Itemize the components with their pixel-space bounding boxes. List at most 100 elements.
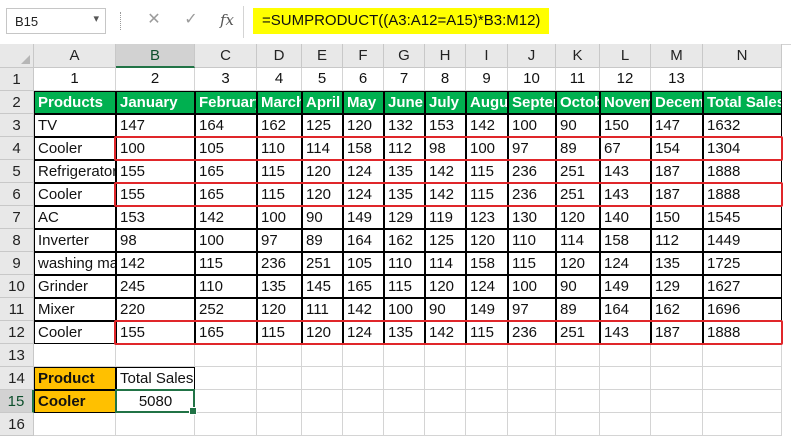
cell-a9[interactable]: washing machine (34, 252, 116, 275)
cell-b12[interactable]: 155 (116, 321, 195, 344)
cell-m2[interactable]: December (651, 91, 703, 114)
cell-b9[interactable]: 142 (116, 252, 195, 275)
cell-g2[interactable]: June (384, 91, 425, 114)
cell-g1[interactable]: 7 (384, 68, 425, 91)
cell-j5[interactable]: 236 (508, 160, 556, 183)
column-header-b[interactable]: B (116, 44, 195, 68)
column-header-l[interactable]: L (600, 44, 651, 68)
cell-a4[interactable]: Cooler (34, 137, 116, 160)
select-all-button[interactable] (0, 44, 34, 68)
row-header-2[interactable]: 2 (0, 91, 34, 114)
row-header-1[interactable]: 1 (0, 68, 34, 91)
cell-i10[interactable]: 124 (466, 275, 508, 298)
cell-a1[interactable]: 1 (34, 68, 116, 91)
cell-c13[interactable] (195, 344, 257, 367)
column-header-g[interactable]: G (384, 44, 425, 68)
cell-j2[interactable]: September (508, 91, 556, 114)
cell-i3[interactable]: 142 (466, 114, 508, 137)
cell-j13[interactable] (508, 344, 556, 367)
cell-d12[interactable]: 115 (257, 321, 302, 344)
cell-f9[interactable]: 105 (343, 252, 384, 275)
insert-function-icon[interactable]: fx (216, 9, 238, 31)
cell-e11[interactable]: 111 (302, 298, 343, 321)
cell-f13[interactable] (343, 344, 384, 367)
cell-e12[interactable]: 120 (302, 321, 343, 344)
cell-f15[interactable] (343, 390, 384, 413)
cell-a5[interactable]: Refrigerator (34, 160, 116, 183)
cell-i4[interactable]: 100 (466, 137, 508, 160)
cell-d3[interactable]: 162 (257, 114, 302, 137)
cell-j10[interactable]: 100 (508, 275, 556, 298)
cell-f12[interactable]: 124 (343, 321, 384, 344)
cell-d6[interactable]: 115 (257, 183, 302, 206)
row-header-13[interactable]: 13 (0, 344, 34, 367)
cell-l10[interactable]: 149 (600, 275, 651, 298)
cell-h9[interactable]: 114 (425, 252, 466, 275)
chevron-down-icon[interactable]: ▾ (93, 12, 99, 25)
cell-a15[interactable]: Cooler (34, 390, 116, 413)
cell-i1[interactable]: 9 (466, 68, 508, 91)
cell-j3[interactable]: 100 (508, 114, 556, 137)
cell-l15[interactable] (600, 390, 651, 413)
cell-e2[interactable]: April (302, 91, 343, 114)
cell-a10[interactable]: Grinder (34, 275, 116, 298)
cell-n11[interactable]: 1696 (703, 298, 782, 321)
cell-b13[interactable] (116, 344, 195, 367)
cell-e15[interactable] (302, 390, 343, 413)
formula-input[interactable]: =SUMPRODUCT((A3:A12=A15)*B3:M12) (253, 8, 550, 34)
cell-e14[interactable] (302, 367, 343, 390)
row-header-16[interactable]: 16 (0, 413, 34, 436)
column-header-j[interactable]: J (508, 44, 556, 68)
cell-b3[interactable]: 147 (116, 114, 195, 137)
cell-c3[interactable]: 164 (195, 114, 257, 137)
cell-h8[interactable]: 125 (425, 229, 466, 252)
cell-b11[interactable]: 220 (116, 298, 195, 321)
cell-j15[interactable] (508, 390, 556, 413)
cell-d15[interactable] (257, 390, 302, 413)
cell-l1[interactable]: 12 (600, 68, 651, 91)
cell-a2[interactable]: Products (34, 91, 116, 114)
cell-g3[interactable]: 132 (384, 114, 425, 137)
cell-b1[interactable]: 2 (116, 68, 195, 91)
cell-b2[interactable]: January (116, 91, 195, 114)
cell-a11[interactable]: Mixer (34, 298, 116, 321)
cell-m10[interactable]: 129 (651, 275, 703, 298)
cell-e16[interactable] (302, 413, 343, 436)
cell-k11[interactable]: 89 (556, 298, 600, 321)
cell-n15[interactable] (703, 390, 782, 413)
cell-c12[interactable]: 165 (195, 321, 257, 344)
cell-k10[interactable]: 90 (556, 275, 600, 298)
cell-e5[interactable]: 120 (302, 160, 343, 183)
cell-b4[interactable]: 100 (116, 137, 195, 160)
cell-i9[interactable]: 158 (466, 252, 508, 275)
cell-n4[interactable]: 1304 (703, 137, 782, 160)
row-header-10[interactable]: 10 (0, 275, 34, 298)
cell-k4[interactable]: 89 (556, 137, 600, 160)
cell-n8[interactable]: 1449 (703, 229, 782, 252)
cell-g15[interactable] (384, 390, 425, 413)
cell-m15[interactable] (651, 390, 703, 413)
cell-e6[interactable]: 120 (302, 183, 343, 206)
column-header-a[interactable]: A (34, 44, 116, 68)
row-header-6[interactable]: 6 (0, 183, 34, 206)
cell-k13[interactable] (556, 344, 600, 367)
cell-n5[interactable]: 1888 (703, 160, 782, 183)
cell-d7[interactable]: 100 (257, 206, 302, 229)
cell-l4[interactable]: 67 (600, 137, 651, 160)
cell-f14[interactable] (343, 367, 384, 390)
cell-j8[interactable]: 110 (508, 229, 556, 252)
cell-i6[interactable]: 115 (466, 183, 508, 206)
cell-b7[interactable]: 153 (116, 206, 195, 229)
cell-g12[interactable]: 135 (384, 321, 425, 344)
row-header-9[interactable]: 9 (0, 252, 34, 275)
cell-m5[interactable]: 187 (651, 160, 703, 183)
cell-j16[interactable] (508, 413, 556, 436)
cell-c15[interactable] (195, 390, 257, 413)
cell-m16[interactable] (651, 413, 703, 436)
cell-k16[interactable] (556, 413, 600, 436)
cell-c5[interactable]: 165 (195, 160, 257, 183)
cell-n9[interactable]: 1725 (703, 252, 782, 275)
cell-b16[interactable] (116, 413, 195, 436)
cell-d11[interactable]: 120 (257, 298, 302, 321)
row-header-5[interactable]: 5 (0, 160, 34, 183)
